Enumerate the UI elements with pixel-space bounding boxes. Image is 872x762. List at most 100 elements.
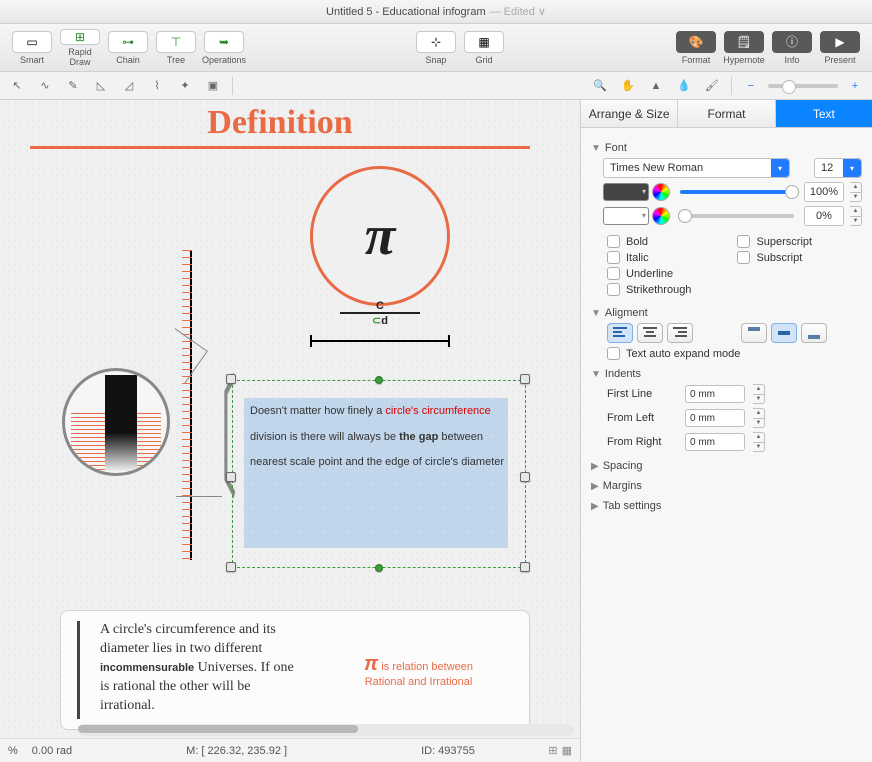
tab-arrange[interactable]: Arrange & Size xyxy=(581,100,678,127)
selection-handle[interactable] xyxy=(520,374,530,384)
selection-handle[interactable] xyxy=(226,374,236,384)
align-left-button[interactable] xyxy=(607,323,633,343)
hand-tool-icon[interactable]: ✋ xyxy=(617,76,639,96)
selection-handle[interactable] xyxy=(226,472,236,482)
present-button[interactable]: ▶Present xyxy=(816,28,864,68)
tree-icon: ⊤ xyxy=(156,31,196,53)
zoom-tool-icon[interactable]: 🔍 xyxy=(589,76,611,96)
rapid-draw-button[interactable]: ⊞Rapid Draw xyxy=(56,28,104,68)
indent-left-stepper[interactable]: ▲▼ xyxy=(753,408,765,428)
info-icon: ⓘ xyxy=(772,31,812,53)
eyedropper-icon[interactable]: 💧 xyxy=(673,76,695,96)
selection-handle[interactable] xyxy=(520,562,530,572)
connector-icon[interactable]: ⌇ xyxy=(146,76,168,96)
section-margins[interactable]: ▶Margins xyxy=(591,480,862,492)
status-id: ID: 493755 xyxy=(421,745,475,757)
main-text-block[interactable]: Doesn't matter how finely a circle's cir… xyxy=(240,390,518,562)
pen-tool-icon[interactable]: ✎ xyxy=(62,76,84,96)
text-color-swatch[interactable]: ▾ xyxy=(603,183,649,201)
indent-first-input[interactable]: 0 mm xyxy=(685,385,745,403)
pi-circle: π xyxy=(310,166,450,306)
check-strike[interactable]: Strikethrough xyxy=(607,283,691,296)
check-bold[interactable]: Bold xyxy=(607,235,691,248)
section-font[interactable]: ▼Font xyxy=(591,142,862,154)
tab-format[interactable]: Format xyxy=(678,100,775,127)
grid-button[interactable]: ▦Grid xyxy=(460,28,508,68)
brace xyxy=(182,388,194,498)
zoom-in-icon[interactable]: + xyxy=(844,76,866,96)
selection-handle[interactable] xyxy=(520,472,530,482)
zoom-slider[interactable] xyxy=(768,84,838,88)
chain-button[interactable]: ⊶Chain xyxy=(104,28,152,68)
valign-middle-button[interactable] xyxy=(771,323,797,343)
section-spacing[interactable]: ▶Spacing xyxy=(591,460,862,472)
edit-line-icon[interactable]: ◿ xyxy=(118,76,140,96)
tab-text[interactable]: Text xyxy=(776,100,872,127)
pointer-tool-icon[interactable]: ↖ xyxy=(6,76,28,96)
smart-button[interactable]: ▭Smart xyxy=(8,28,56,68)
present-icon: ▶ xyxy=(820,31,860,53)
rotate-handle[interactable] xyxy=(375,376,383,384)
color-wheel-icon[interactable] xyxy=(652,207,670,225)
status-angle: 0.00 rad xyxy=(32,745,72,757)
section-indents[interactable]: ▼Indents xyxy=(591,368,862,380)
curve-tool-icon[interactable]: ∿ xyxy=(34,76,56,96)
indent-right-stepper[interactable]: ▲▼ xyxy=(753,432,765,452)
brush-icon[interactable]: 🖌 xyxy=(701,76,723,96)
align-center-button[interactable] xyxy=(637,323,663,343)
disclosure-triangle-icon: ▼ xyxy=(591,369,601,380)
font-size-select[interactable]: 12▾ xyxy=(814,158,862,178)
ops-icon: ➥ xyxy=(204,31,244,53)
rotate-handle[interactable] xyxy=(375,564,383,572)
opacity-stepper-1[interactable]: ▲▼ xyxy=(850,182,862,202)
info-button[interactable]: ⓘInfo xyxy=(768,28,816,68)
hypernote-button[interactable]: 🗒Hypernote xyxy=(720,28,768,68)
edited-indicator[interactable]: — Edited ∨ xyxy=(490,5,546,18)
section-tab-settings[interactable]: ▶Tab settings xyxy=(591,500,862,512)
main-toolbar: ▭Smart ⊞Rapid Draw ⊶Chain ⊤Tree ➥Operati… xyxy=(0,24,872,72)
section-alignment[interactable]: ▼Aligment xyxy=(591,307,862,319)
operations-button[interactable]: ➥Operations xyxy=(200,28,248,68)
indent-first-stepper[interactable]: ▲▼ xyxy=(753,384,765,404)
valign-bottom-button[interactable] xyxy=(801,323,827,343)
note-right-text: π is relation betweenRational and Irrati… xyxy=(320,621,517,719)
align-right-button[interactable] xyxy=(667,323,693,343)
selection-handle[interactable] xyxy=(226,562,236,572)
indent-left-input[interactable]: 0 mm xyxy=(685,409,745,427)
opacity-slider-1[interactable] xyxy=(680,190,794,194)
zoom-out-icon[interactable]: − xyxy=(740,76,762,96)
font-family-select[interactable]: Times New Roman▾ xyxy=(603,158,790,178)
status-zoom: % xyxy=(8,745,18,757)
horizontal-scrollbar[interactable] xyxy=(78,724,574,736)
check-underline[interactable]: Underline xyxy=(607,267,691,280)
wand-icon[interactable]: ✦ xyxy=(174,76,196,96)
check-superscript[interactable]: Superscript xyxy=(737,235,812,248)
status-bar: % 0.00 rad M: [ 226.32, 235.92 ] ID: 493… xyxy=(0,738,580,762)
stamp-icon[interactable]: ▲ xyxy=(645,76,667,96)
status-icon-2[interactable]: ▦ xyxy=(562,744,572,757)
edit-point-icon[interactable]: ◺ xyxy=(90,76,112,96)
format-panel-button[interactable]: 🎨Format xyxy=(672,28,720,68)
check-italic[interactable]: Italic xyxy=(607,251,691,264)
opacity-slider-2[interactable] xyxy=(680,214,794,218)
check-auto-expand[interactable]: Text auto expand mode xyxy=(607,347,862,360)
inspector-panel: Arrange & Size Format Text ▼Font Times N… xyxy=(580,100,872,762)
opacity-value-1[interactable]: 100% xyxy=(804,182,844,202)
bg-color-swatch[interactable]: ▾ xyxy=(603,207,649,225)
disclosure-triangle-icon: ▼ xyxy=(591,308,601,319)
sub-toolbar: ↖ ∿ ✎ ◺ ◿ ⌇ ✦ ▣ 🔍 ✋ ▲ 💧 🖌 − + xyxy=(0,72,872,100)
opacity-stepper-2[interactable]: ▲▼ xyxy=(850,206,862,226)
snap-button[interactable]: ⊹Snap xyxy=(412,28,460,68)
tree-button[interactable]: ⊤Tree xyxy=(152,28,200,68)
valign-top-button[interactable] xyxy=(741,323,767,343)
color-wheel-icon[interactable] xyxy=(652,183,670,201)
scrollbar-thumb[interactable] xyxy=(78,725,358,733)
indent-right-input[interactable]: 0 mm xyxy=(685,433,745,451)
check-subscript[interactable]: Subscript xyxy=(737,251,812,264)
status-icon-1[interactable]: ⊞ xyxy=(548,744,557,757)
canvas[interactable]: Definition π C ⊂d Doesn't matter how fin… xyxy=(0,100,580,738)
snap-icon: ⊹ xyxy=(416,31,456,53)
opacity-value-2[interactable]: 0% xyxy=(804,206,844,226)
crop-icon[interactable]: ▣ xyxy=(202,76,224,96)
status-mouse: M: [ 226.32, 235.92 ] xyxy=(186,745,287,757)
